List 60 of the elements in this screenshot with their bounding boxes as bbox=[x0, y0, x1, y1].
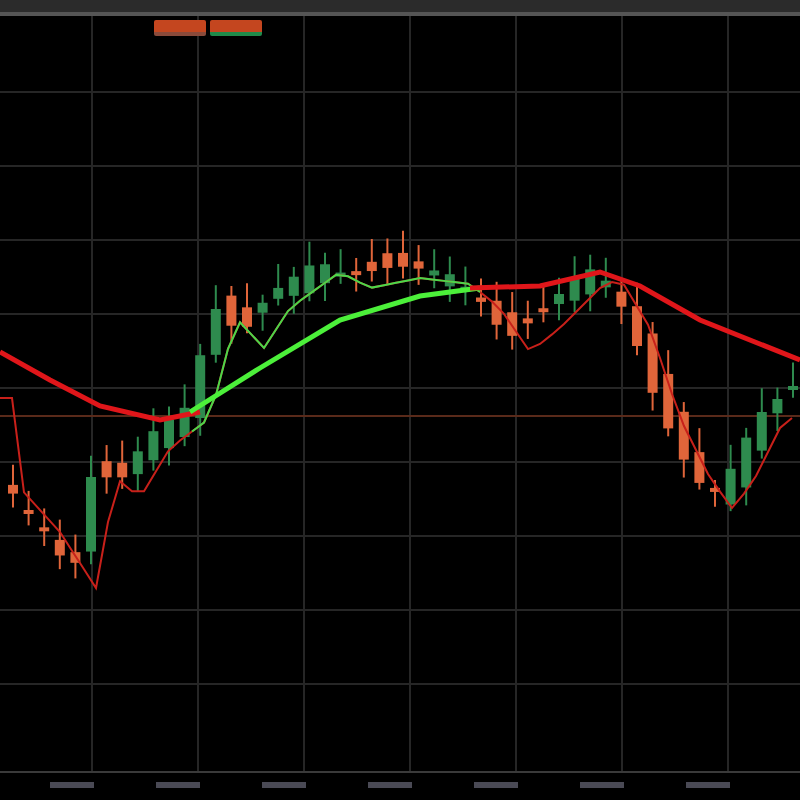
candlestick bbox=[725, 443, 736, 513]
time-axis-tick-mark bbox=[368, 782, 412, 788]
candlestick bbox=[148, 407, 159, 472]
candlestick bbox=[522, 299, 533, 340]
candlestick bbox=[86, 454, 96, 566]
candlestick bbox=[23, 489, 34, 527]
candlestick bbox=[54, 518, 65, 571]
candlestick bbox=[320, 251, 330, 302]
candlestick bbox=[288, 265, 299, 315]
candlestick bbox=[210, 284, 221, 364]
candlestick bbox=[273, 262, 284, 307]
candlestick bbox=[195, 342, 206, 437]
candlestick bbox=[101, 444, 112, 495]
candlestick bbox=[507, 291, 518, 351]
candlestick bbox=[257, 293, 268, 332]
candlestick bbox=[741, 426, 752, 507]
candlestick bbox=[756, 387, 767, 460]
candlestick bbox=[429, 248, 440, 290]
candlestick bbox=[616, 277, 627, 326]
candlestick bbox=[600, 256, 611, 299]
candlestick bbox=[335, 248, 346, 285]
time-axis-tick-mark bbox=[474, 782, 518, 788]
candlestick bbox=[304, 240, 315, 303]
candlestick bbox=[460, 265, 471, 307]
legend-badge[interactable] bbox=[210, 20, 262, 36]
candlestick bbox=[663, 349, 674, 438]
candlestick bbox=[554, 276, 564, 322]
time-axis-tick-mark bbox=[580, 782, 624, 788]
candlestick bbox=[538, 285, 549, 324]
legend-badge[interactable] bbox=[154, 20, 206, 36]
candlestick bbox=[242, 282, 252, 335]
time-axis-tick-mark bbox=[156, 782, 200, 788]
time-axis-tick-mark bbox=[262, 782, 306, 788]
candlestick bbox=[39, 507, 50, 547]
candlestick bbox=[444, 255, 455, 303]
candlestick bbox=[226, 285, 237, 345]
candlestick bbox=[788, 361, 798, 399]
candlestick bbox=[398, 229, 408, 280]
candlestick bbox=[366, 237, 377, 283]
candlestick bbox=[678, 401, 689, 479]
candlestick bbox=[585, 253, 596, 313]
candlestick bbox=[772, 386, 783, 432]
candlestick bbox=[710, 478, 720, 508]
time-axis-tick-mark bbox=[50, 782, 94, 788]
candlestick bbox=[382, 237, 393, 286]
candlestick bbox=[491, 280, 502, 341]
candlestick bbox=[694, 427, 705, 491]
time-axis-tick-mark bbox=[686, 782, 730, 788]
candlestick bbox=[569, 255, 580, 314]
candlestick bbox=[632, 281, 642, 357]
candlestick bbox=[179, 383, 190, 448]
candlestick bbox=[70, 533, 81, 580]
candlestick bbox=[164, 405, 174, 467]
candlestick bbox=[8, 463, 18, 509]
candlestick bbox=[476, 277, 486, 318]
candlestick bbox=[413, 244, 424, 286]
candlestick bbox=[647, 321, 658, 412]
candlestick bbox=[351, 256, 362, 293]
candlestick bbox=[132, 435, 143, 493]
candlestick bbox=[117, 439, 128, 490]
